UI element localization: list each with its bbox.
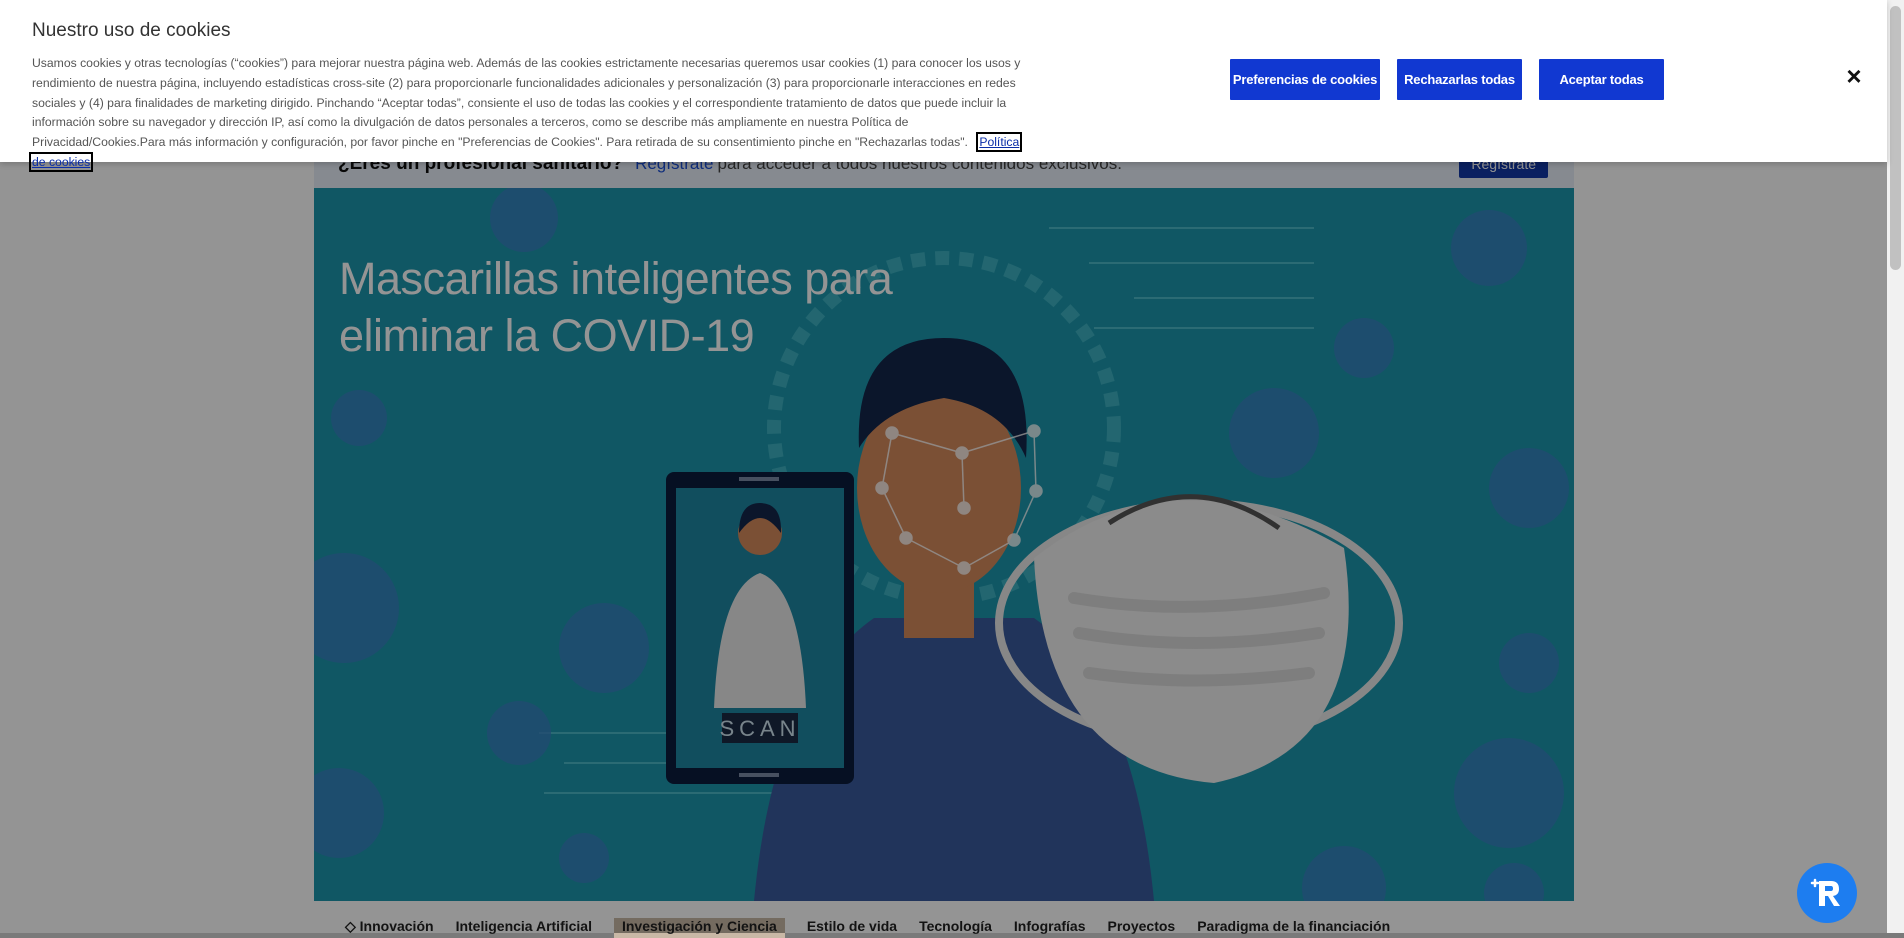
cookie-banner-title: Nuestro uso de cookies (32, 20, 231, 41)
cookie-banner: Nuestro uso de cookies Usamos cookies y … (0, 0, 1887, 172)
cookie-banner-text: Usamos cookies y otras tecnologías (“coo… (28, 54, 1023, 173)
robot-chat-icon (1810, 878, 1840, 906)
close-icon[interactable]: × (1842, 63, 1866, 89)
cookie-description: Usamos cookies y otras tecnologías (“coo… (32, 56, 1021, 150)
chat-assistant-button[interactable] (1797, 863, 1857, 923)
reject-all-button[interactable]: Rechazarlas todas (1397, 59, 1522, 100)
accept-all-button[interactable]: Aceptar todas (1539, 59, 1664, 100)
scrollbar-thumb[interactable] (1890, 6, 1901, 270)
page-scrollbar[interactable] (1887, 0, 1904, 933)
cookie-preferences-button[interactable]: Preferencias de cookies (1230, 59, 1380, 100)
